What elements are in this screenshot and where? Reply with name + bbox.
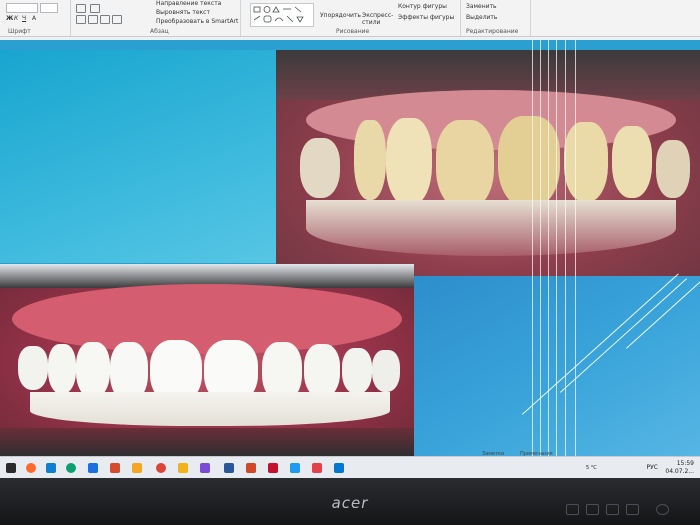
underline-button[interactable]: Ч (22, 15, 26, 22)
tooth (656, 140, 690, 198)
replace-button[interactable]: Заменить (466, 3, 497, 10)
taskbar: Заметки Примечания 5 °C РУС 15:59 04.07.… (0, 451, 700, 478)
slide-canvas[interactable] (0, 40, 700, 456)
tooth (612, 126, 652, 198)
editing-group-label: Редактирование (466, 28, 519, 35)
pdf-icon[interactable] (268, 463, 278, 473)
align-center-icon[interactable] (88, 15, 98, 24)
monitor-button[interactable] (626, 504, 639, 515)
tooth (48, 344, 76, 394)
justify-icon[interactable] (112, 15, 122, 24)
shapes-gallery[interactable] (250, 3, 314, 27)
ribbon: Ж К Ч A Шрифт Направление текста Выровня… (0, 0, 700, 37)
align-text-button[interactable]: Выровнять текст (156, 9, 210, 16)
font-group: Ж К Ч A Шрифт (0, 0, 71, 36)
quick-styles-button[interactable]: Экспресс-стили (362, 12, 393, 26)
search-icon[interactable] (26, 463, 36, 473)
app-icon[interactable] (334, 463, 344, 473)
teams-icon[interactable] (200, 463, 210, 473)
blue-panel-top-left (0, 50, 276, 263)
tooth (386, 118, 432, 206)
paragraph-group: Направление текста Выровнять текст Преоб… (70, 0, 241, 36)
screen-line (556, 40, 557, 456)
system-clock[interactable]: 15:59 04.07.2... (665, 460, 694, 476)
editing-group: Заменить Выделить Редактирование (460, 0, 531, 36)
text-direction-button[interactable]: Направление текста (156, 0, 221, 7)
screen-line (575, 40, 576, 456)
screen-line (565, 40, 566, 456)
teeth-photo-after[interactable] (0, 264, 414, 456)
lower-teeth (30, 392, 390, 426)
powerpoint-icon[interactable] (246, 463, 256, 473)
drawing-group-label: Рисование (336, 28, 370, 35)
teeth-photo-before[interactable] (276, 50, 700, 276)
word-icon[interactable] (224, 463, 234, 473)
bullets-icon[interactable] (76, 4, 86, 13)
lower-teeth (306, 200, 676, 256)
shape-outline-button[interactable]: Контур фигуры (398, 3, 447, 10)
tooth (564, 122, 608, 202)
weather-text[interactable]: 5 °C (586, 465, 597, 471)
screen-line (540, 40, 541, 456)
screen-line (548, 40, 549, 456)
shape-effects-button[interactable]: Эффекты фигуры (398, 14, 454, 21)
font-name-dropdown[interactable] (6, 3, 38, 13)
mail-icon[interactable] (290, 463, 300, 473)
align-left-icon[interactable] (76, 15, 86, 24)
screen-line (532, 40, 533, 456)
shapes-gallery-icon (253, 6, 304, 23)
font-size-dropdown[interactable] (40, 3, 58, 13)
monitor-button[interactable] (566, 504, 579, 515)
store-icon[interactable] (88, 463, 98, 473)
tooth (372, 350, 400, 392)
blue-panel-bottom-right (414, 266, 700, 456)
clock-date: 04.07.2... (665, 468, 694, 475)
office-icon[interactable] (110, 463, 120, 473)
tooth (342, 348, 372, 394)
monitor-button[interactable] (606, 504, 619, 515)
start-icon[interactable] (6, 463, 16, 473)
lip-shadow-bottom (0, 428, 414, 456)
font-color-button[interactable]: A (32, 15, 36, 22)
italic-button[interactable]: К (14, 15, 18, 22)
monitor-screen: Ж К Ч A Шрифт Направление текста Выровня… (0, 0, 700, 478)
select-button[interactable]: Выделить (466, 14, 497, 21)
chrome-icon[interactable] (156, 463, 166, 473)
font-group-label: Шрифт (8, 28, 31, 35)
clock-time: 15:59 (676, 460, 694, 467)
align-right-icon[interactable] (100, 15, 110, 24)
explorer-icon[interactable] (132, 463, 142, 473)
photos-icon[interactable] (178, 463, 188, 473)
tooth (76, 342, 110, 398)
tooth (498, 116, 560, 208)
tooth (18, 346, 48, 390)
task-view-icon[interactable] (46, 463, 56, 473)
tooth (300, 138, 340, 198)
arrange-button[interactable]: Упорядочить (320, 12, 361, 19)
language-indicator[interactable]: РУС (647, 464, 658, 471)
edge-icon[interactable] (66, 463, 76, 473)
numbering-icon[interactable] (90, 4, 100, 13)
comments-button[interactable]: Примечания (520, 451, 553, 457)
gum-upper (12, 284, 402, 354)
bold-button[interactable]: Ж (6, 15, 13, 22)
drawing-group: Упорядочить Экспресс-стили Контур фигуры… (240, 0, 461, 36)
convert-smartart-button[interactable]: Преобразовать в SmartArt (156, 18, 238, 25)
tooth (354, 120, 386, 200)
tooth (436, 120, 494, 210)
paragraph-group-label: Абзац (150, 28, 169, 35)
app-icon[interactable] (312, 463, 322, 473)
monitor-button[interactable] (586, 504, 599, 515)
power-button[interactable] (656, 504, 669, 515)
tooth (304, 344, 340, 398)
notes-button[interactable]: Заметки (482, 451, 504, 457)
